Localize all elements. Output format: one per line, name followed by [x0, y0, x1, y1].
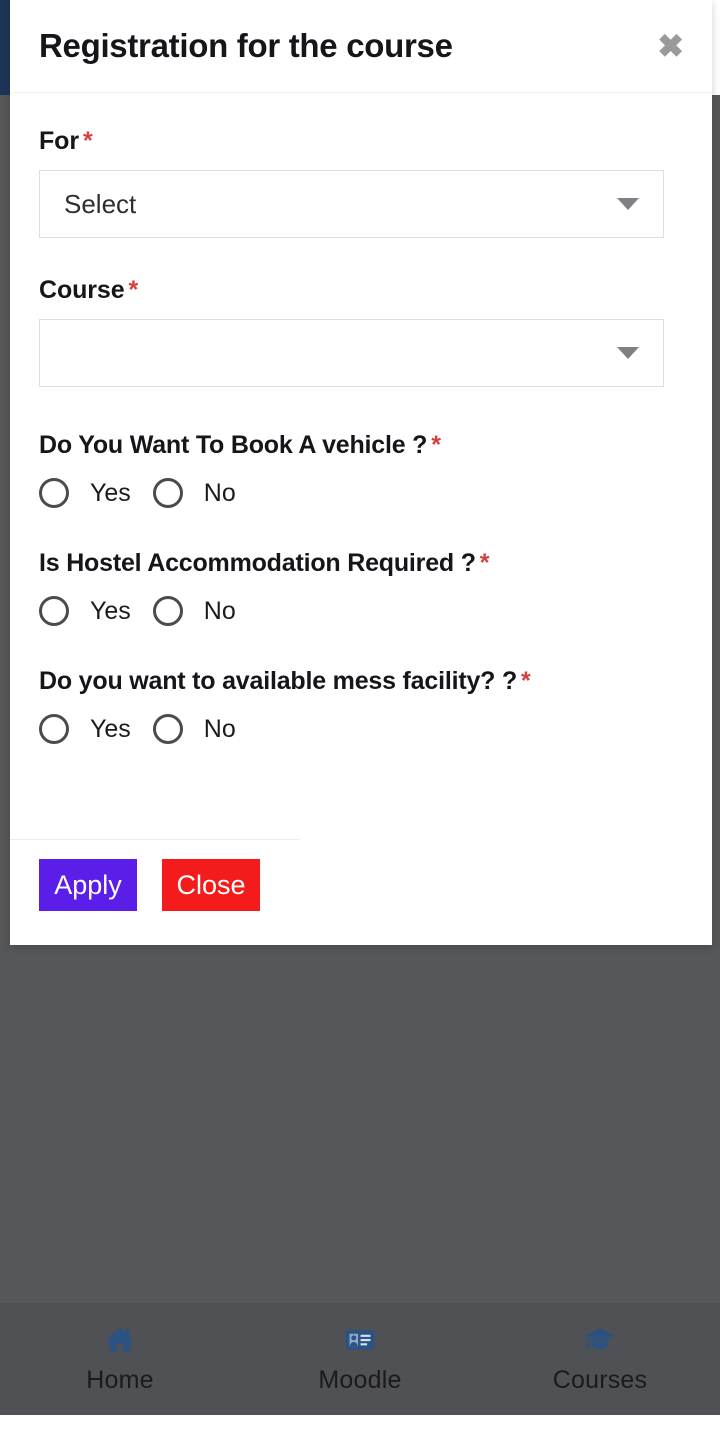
required-marker: * — [128, 276, 139, 304]
radio-hostel-no[interactable] — [152, 596, 183, 626]
question-mess-facility: Do you want to available mess facility? … — [39, 667, 683, 744]
nav-label-moodle: Moodle — [318, 1366, 402, 1394]
required-marker: * — [431, 431, 441, 459]
question-hostel-accommodation-text: Is Hostel Accommodation Required ? * — [39, 549, 683, 578]
question-vehicle-booking: Do You Want To Book A vehicle ? * Yes No — [39, 431, 683, 508]
close-button[interactable]: Close — [162, 859, 260, 911]
required-marker: * — [82, 127, 93, 155]
field-label-course-text: Course — [39, 276, 125, 304]
field-label-course: Course * — [39, 276, 683, 305]
select-for[interactable]: Select — [39, 170, 664, 238]
field-for: For * Select — [39, 127, 683, 238]
question-hostel-accommodation: Is Hostel Accommodation Required ? * Yes … — [39, 549, 683, 626]
radio-mess-no[interactable] — [152, 714, 183, 744]
chevron-down-icon — [617, 347, 639, 359]
field-course: Course * — [39, 276, 683, 387]
radio-vehicle-no[interactable] — [152, 478, 183, 508]
home-icon — [103, 1323, 137, 1357]
field-label-for-text: For — [39, 127, 79, 155]
home-indicator-area — [0, 1415, 720, 1441]
select-for-value: Select — [64, 188, 137, 219]
question-mess-facility-text: Do you want to available mess facility? … — [39, 667, 683, 696]
modal-body: For * Select Course * Do You Want To Book … — [10, 93, 712, 839]
close-x-icon[interactable]: ✖ — [657, 30, 684, 62]
radio-label-mess-no: No — [203, 714, 236, 743]
nav-item-moodle[interactable]: Moodle — [240, 1323, 480, 1395]
nav-label-courses: Courses — [552, 1366, 648, 1394]
nav-item-home[interactable]: Home — [0, 1323, 240, 1395]
app-accent-strip — [0, 0, 10, 95]
radio-label-hostel-no: No — [203, 596, 236, 625]
radio-group-vehicle-booking: Yes No — [39, 478, 683, 508]
modal-overlay-scrim-left — [0, 95, 10, 945]
graduation-cap-icon — [583, 1323, 617, 1357]
nav-label-home: Home — [86, 1366, 154, 1394]
radio-vehicle-yes[interactable] — [39, 478, 69, 508]
bottom-navigation-bar: Home Moodle Courses — [0, 1303, 720, 1415]
question-text: Is Hostel Accommodation Required ? — [39, 549, 476, 577]
radio-group-mess-facility: Yes No — [39, 714, 683, 744]
footer-divider — [10, 839, 300, 840]
question-text: Do You Want To Book A vehicle ? — [39, 431, 428, 459]
radio-label-mess-yes: Yes — [90, 714, 131, 743]
modal-footer: Apply Close — [10, 839, 712, 945]
registration-modal: Registration for the course ✖ For * Selec… — [10, 0, 712, 945]
select-course[interactable] — [39, 319, 664, 387]
radio-label-hostel-yes: Yes — [90, 596, 131, 625]
radio-label-vehicle-yes: Yes — [90, 478, 131, 507]
required-marker: * — [479, 549, 490, 577]
nav-item-courses[interactable]: Courses — [480, 1323, 720, 1395]
radio-hostel-yes[interactable] — [39, 596, 69, 626]
apply-button[interactable]: Apply — [39, 859, 137, 911]
chevron-down-icon — [617, 198, 639, 210]
id-card-icon — [343, 1323, 377, 1357]
radio-mess-yes[interactable] — [39, 714, 69, 744]
modal-header: Registration for the course ✖ — [10, 0, 712, 93]
question-text: Do you want to available mess facility? … — [39, 667, 518, 695]
radio-label-vehicle-no: No — [203, 478, 236, 507]
field-label-for: For * — [39, 127, 683, 156]
modal-title: Registration for the course — [39, 27, 453, 64]
footer-button-group: Apply Close — [39, 839, 683, 911]
question-vehicle-booking-text: Do You Want To Book A vehicle ? * — [39, 431, 683, 460]
required-marker: * — [521, 667, 531, 695]
radio-group-hostel-accommodation: Yes No — [39, 596, 683, 626]
